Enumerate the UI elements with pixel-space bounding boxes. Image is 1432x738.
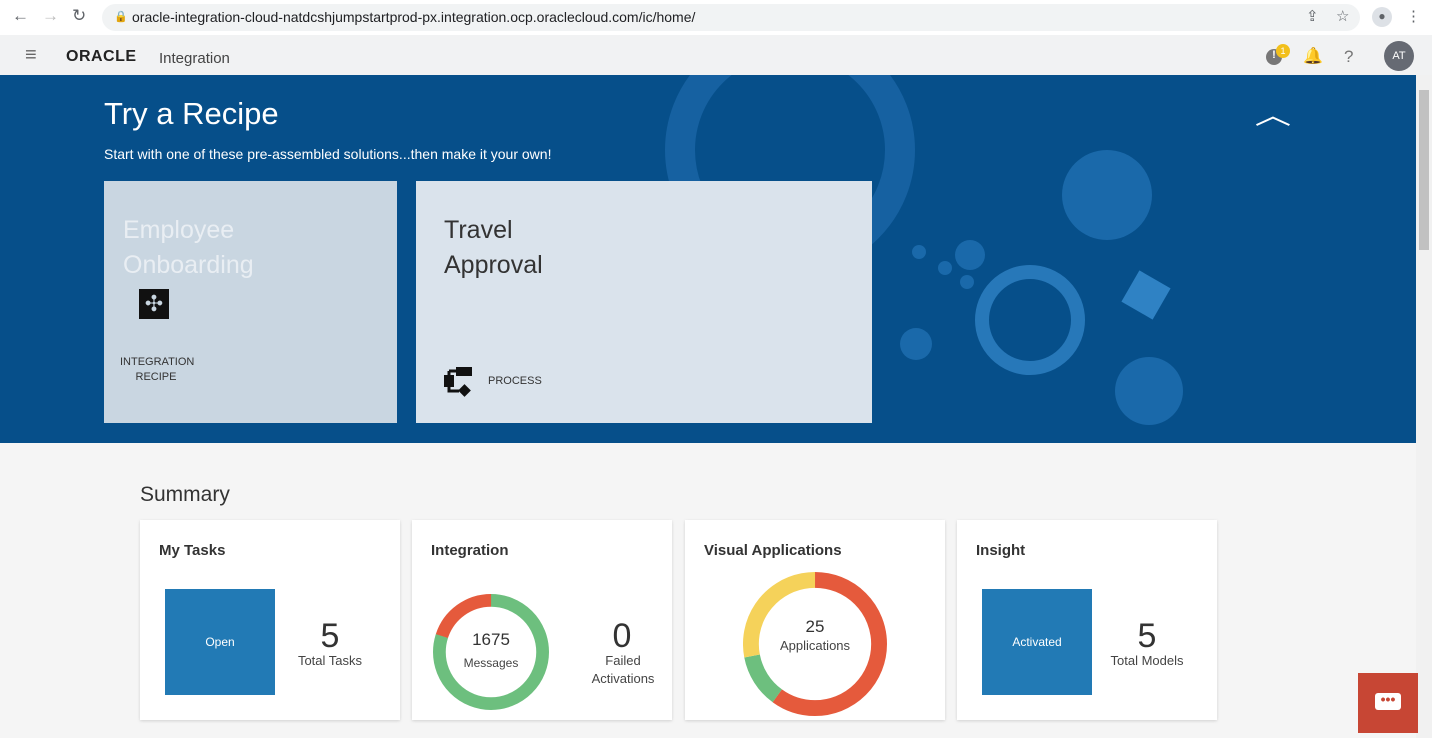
total-tasks-value: 5 xyxy=(320,617,340,655)
recipe-tile-travel-approval[interactable]: Travel Approval PROCESS xyxy=(416,181,872,423)
puzzle-icon: ✣ xyxy=(139,289,169,319)
open-tasks-tile[interactable]: Open xyxy=(165,589,275,695)
failed-activations-label: Failed xyxy=(605,653,641,668)
collapse-chevron-icon[interactable]: ︿ xyxy=(1255,95,1291,132)
failed-activations-label: Activations xyxy=(591,671,655,686)
card-title: Visual Applications xyxy=(704,542,842,559)
help-icon[interactable]: ? xyxy=(1344,47,1353,67)
donut-label: Messages xyxy=(463,656,519,670)
donut-value: 1675 xyxy=(472,630,510,649)
product-name: Integration xyxy=(159,50,230,67)
tile-type: INTEGRATION xyxy=(120,356,195,368)
notification-badge: 1 xyxy=(1276,44,1290,58)
reload-icon[interactable]: ↻ xyxy=(72,6,86,26)
tile-title: Employee xyxy=(123,216,235,244)
total-models-value: 5 xyxy=(1137,617,1157,655)
card-title: Insight xyxy=(976,542,1026,559)
card-my-tasks[interactable]: My Tasks Open 5 Total Tasks xyxy=(140,520,400,720)
recipe-tile-employee-onboarding[interactable]: Employee Onboarding ✣ INTEGRATION RECIPE xyxy=(104,181,397,423)
process-flow-icon xyxy=(444,367,472,397)
summary-title: Summary xyxy=(140,483,230,506)
share-icon[interactable]: ⇪ xyxy=(1306,7,1319,25)
app-header: ≡ ORACLE Integration ! 1 🔔 ? AT xyxy=(0,35,1432,75)
avatar[interactable]: AT xyxy=(1384,41,1414,71)
profile-icon[interactable]: ● xyxy=(1372,7,1392,27)
tile-type: RECIPE xyxy=(135,371,177,383)
tile-title: Travel xyxy=(444,216,513,244)
oracle-logo: ORACLE xyxy=(66,48,137,65)
messages-donut xyxy=(433,594,549,710)
banner-subtitle: Start with one of these pre-assembled so… xyxy=(104,146,552,162)
chat-icon: ••• xyxy=(1375,692,1401,710)
donut-label: Applications xyxy=(779,638,851,653)
card-title: Integration xyxy=(431,542,509,559)
tile-type: PROCESS xyxy=(488,375,542,387)
card-insight[interactable]: Insight Activated 5 Total Models xyxy=(957,520,1217,720)
failed-activations-value: 0 xyxy=(612,617,632,655)
scrollbar[interactable] xyxy=(1416,75,1432,738)
tile-title: Approval xyxy=(444,251,543,279)
donut-value: 25 xyxy=(805,617,825,636)
hamburger-menu-icon[interactable]: ≡ xyxy=(25,44,37,67)
banner-title: Try a Recipe xyxy=(104,96,279,131)
scrollbar-thumb[interactable] xyxy=(1419,90,1429,250)
bell-icon[interactable]: 🔔 xyxy=(1303,46,1323,66)
back-icon[interactable]: ← xyxy=(12,6,29,26)
forward-icon[interactable]: → xyxy=(42,6,59,26)
menu-dots-icon[interactable]: ⋮ xyxy=(1406,7,1421,25)
tile-title: Onboarding xyxy=(123,251,254,279)
total-models-label: Total Models xyxy=(1110,653,1184,668)
total-tasks-label: Total Tasks xyxy=(297,653,363,668)
card-integration[interactable]: Integration 1675 Messages 0 Failed Activa… xyxy=(412,520,672,720)
chat-button[interactable]: ••• xyxy=(1358,673,1418,733)
recipe-banner: Try a Recipe Start with one of these pre… xyxy=(0,75,1416,443)
url-text: oracle-integration-cloud-natdcshjumpstar… xyxy=(132,9,696,25)
card-title: My Tasks xyxy=(159,542,226,559)
lock-icon: 🔒 xyxy=(114,11,128,23)
activated-models-tile[interactable]: Activated xyxy=(982,589,1092,695)
browser-toolbar: ← → ↻ 🔒 oracle-integration-cloud-natdcshj… xyxy=(0,0,1432,35)
card-visual-applications[interactable]: Visual Applications 25 Applications xyxy=(685,520,945,720)
star-icon[interactable]: ☆ xyxy=(1336,7,1349,25)
address-bar[interactable]: 🔒 oracle-integration-cloud-natdcshjumpsta… xyxy=(102,4,1360,31)
